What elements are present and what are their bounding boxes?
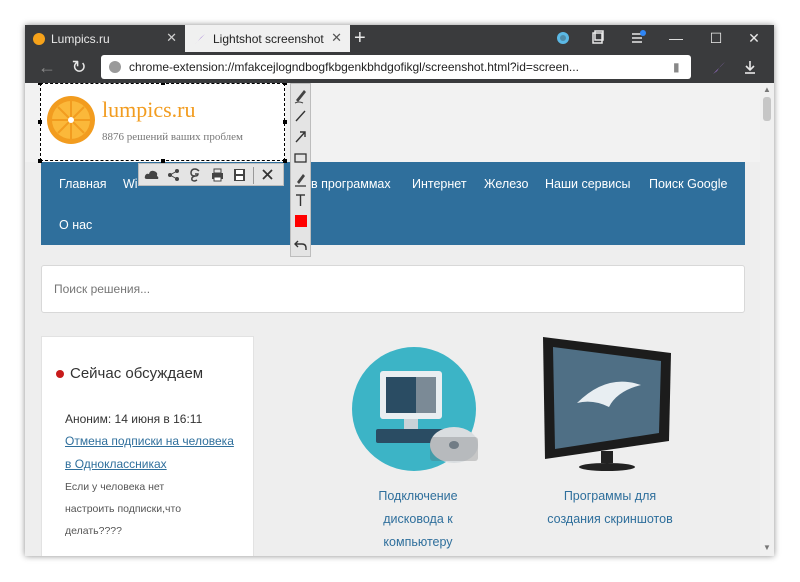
widget-title: Сейчас обсуждаем bbox=[56, 365, 203, 382]
collections-icon[interactable] bbox=[590, 30, 606, 46]
article-title-line: Подключение bbox=[378, 489, 458, 503]
comment-text: Если у человека нет bbox=[65, 481, 165, 493]
new-tab-plus-icon[interactable]: + bbox=[354, 27, 366, 49]
nav-item-internet[interactable]: Интернет bbox=[412, 177, 467, 191]
widget-title-text: Сейчас обсуждаем bbox=[70, 365, 204, 382]
tab-title: Lumpics.ru bbox=[51, 31, 110, 46]
comment-text: делать???? bbox=[65, 525, 122, 537]
nav-item-google-search[interactable]: Поиск Google bbox=[649, 177, 727, 191]
disk-drive-illustration[interactable] bbox=[350, 341, 490, 481]
nav-item-about[interactable]: О нас bbox=[59, 218, 92, 232]
reload-icon[interactable]: ↻ bbox=[69, 56, 89, 78]
nav-item-hardware[interactable]: Железо bbox=[484, 177, 528, 191]
nav-item-wi[interactable]: Wi bbox=[123, 177, 138, 191]
window-close-icon[interactable]: ✕ bbox=[746, 30, 762, 46]
alice-assistant-icon[interactable] bbox=[555, 30, 571, 46]
rectangle-icon[interactable] bbox=[291, 148, 310, 168]
tab-lumpics[interactable]: Lumpics.ru ✕ bbox=[25, 25, 185, 52]
nav-item-home[interactable]: Главная bbox=[59, 177, 107, 191]
address-field[interactable]: chrome-extension://mfakcejlogndbogfkbgen… bbox=[101, 55, 691, 79]
browser-window: Lumpics.ru ✕ Lightshot screenshot ✕ + — … bbox=[25, 25, 774, 556]
address-url: chrome-extension://mfakcejlogndbogfkbgen… bbox=[129, 60, 579, 74]
comment-text: настроить подписки,что bbox=[65, 503, 182, 515]
article-title-screenshot-programs[interactable]: Программы для создания скриншотов bbox=[530, 485, 690, 531]
google-search-icon[interactable] bbox=[186, 165, 205, 185]
lightshot-extension-icon[interactable] bbox=[711, 60, 727, 76]
scroll-down-arrow-icon[interactable]: ▼ bbox=[762, 543, 772, 553]
selection-rectangle[interactable] bbox=[40, 83, 285, 161]
article-title-line: Программы для bbox=[563, 489, 657, 503]
upload-cloud-icon[interactable] bbox=[142, 165, 161, 185]
site-search bbox=[41, 265, 745, 313]
address-bar-row: ← ↻ chrome-extension://mfakcejlogndbogfk… bbox=[25, 52, 774, 83]
resize-handle[interactable] bbox=[283, 83, 287, 85]
scrollbar-thumb[interactable] bbox=[763, 97, 771, 121]
nav-item-programs[interactable]: в программах bbox=[311, 177, 391, 191]
resize-handle[interactable] bbox=[161, 83, 165, 85]
close-icon[interactable] bbox=[258, 165, 277, 185]
tab-close-icon[interactable]: ✕ bbox=[166, 31, 177, 45]
undo-icon[interactable] bbox=[291, 234, 310, 254]
pen-icon[interactable] bbox=[291, 85, 310, 105]
maximize-icon[interactable]: ☐ bbox=[708, 30, 724, 46]
lumpics-favicon-icon bbox=[33, 32, 45, 45]
marker-icon[interactable] bbox=[291, 169, 310, 189]
discussion-widget: Сейчас обсуждаем Аноним: 14 июня в 16:11… bbox=[41, 336, 254, 556]
tab-title: Lightshot screenshot bbox=[213, 31, 324, 46]
comment-author: Аноним: 14 июня в 16:11 bbox=[65, 412, 203, 426]
downloads-icon[interactable] bbox=[742, 59, 758, 75]
toolbar-separator bbox=[253, 167, 254, 184]
bookmark-icon[interactable]: ▮ bbox=[673, 61, 683, 73]
arrow-icon[interactable] bbox=[291, 127, 310, 147]
share-icon[interactable] bbox=[164, 165, 183, 185]
line-icon[interactable] bbox=[291, 106, 310, 126]
comment-link[interactable]: Отмена подписки на человека bbox=[65, 434, 234, 448]
article-title-line: компьютеру bbox=[383, 535, 453, 549]
article-title-disk-drive[interactable]: Подключение дисковода к компьютеру bbox=[343, 485, 493, 554]
save-icon[interactable] bbox=[230, 165, 249, 185]
resize-handle[interactable] bbox=[38, 159, 42, 163]
scroll-up-arrow-icon[interactable]: ▲ bbox=[762, 85, 772, 95]
print-icon[interactable] bbox=[208, 165, 227, 185]
comment-link[interactable]: в Одноклассниках bbox=[65, 457, 167, 471]
color-swatch-icon[interactable] bbox=[291, 211, 310, 231]
tab-bar: Lumpics.ru ✕ Lightshot screenshot ✕ + — … bbox=[25, 25, 774, 52]
back-arrow-icon[interactable]: ← bbox=[37, 56, 57, 78]
red-dot-icon bbox=[56, 370, 64, 379]
article-title-line: дисковода к bbox=[383, 512, 453, 526]
resize-handle[interactable] bbox=[38, 120, 42, 124]
screenshot-viewport: lumpics.ru 8876 решений ваших проблем Гл… bbox=[25, 83, 760, 556]
tab-close-icon[interactable]: ✕ bbox=[331, 31, 342, 45]
lightshot-drawing-toolbar bbox=[290, 83, 311, 257]
search-input[interactable] bbox=[42, 266, 744, 312]
minimize-icon[interactable]: — bbox=[668, 30, 684, 46]
tab-lightshot[interactable]: Lightshot screenshot ✕ bbox=[185, 25, 350, 52]
lightshot-action-toolbar bbox=[138, 163, 284, 186]
resize-handle[interactable] bbox=[283, 120, 287, 124]
vertical-scrollbar[interactable]: ▲ ▼ bbox=[760, 83, 774, 556]
resize-handle[interactable] bbox=[38, 83, 42, 85]
lightshot-feather-icon bbox=[195, 33, 205, 44]
menu-with-notification-icon[interactable] bbox=[630, 30, 646, 46]
text-icon[interactable] bbox=[291, 190, 310, 210]
nav-item-services[interactable]: Наши сервисы bbox=[545, 177, 630, 191]
site-info-icon[interactable] bbox=[109, 61, 121, 73]
article-title-line: создания скриншотов bbox=[547, 512, 673, 526]
monitor-illustration[interactable] bbox=[537, 333, 677, 473]
